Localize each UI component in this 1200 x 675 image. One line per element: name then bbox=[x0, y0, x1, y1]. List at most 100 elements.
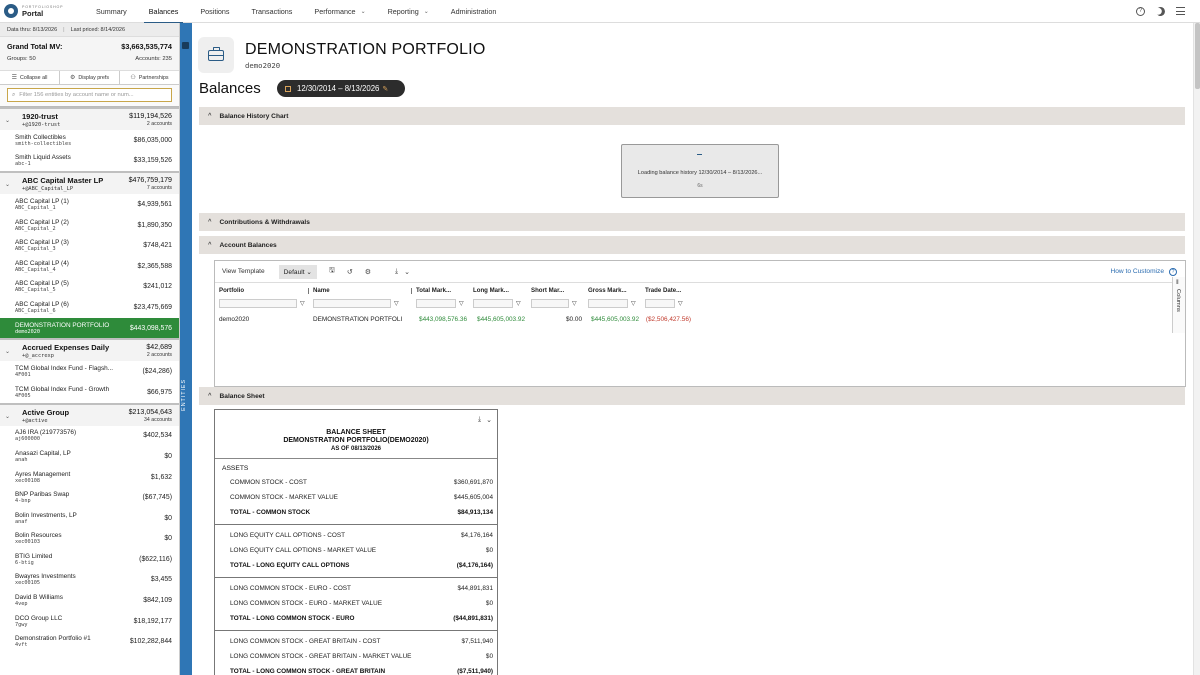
list-item[interactable]: ABC Capital LP (1) ABC_Capital_1 $4,939,56… bbox=[0, 194, 179, 215]
table-row[interactable]: demo2020 DEMONSTRATION PORTFOLI $443,098… bbox=[215, 311, 1185, 327]
date-range-button[interactable]: 12/30/2014 – 8/13/2026 ✎ bbox=[277, 80, 405, 97]
entity-group-header[interactable]: ⌄ Active Group +@active $213,054,643 34 acco… bbox=[0, 402, 179, 426]
chevron-down-icon[interactable]: ⌄ bbox=[5, 413, 10, 420]
reset-icon[interactable]: ↺ bbox=[347, 268, 353, 276]
column-header-total-market[interactable]: Total Mark... bbox=[416, 287, 473, 294]
list-item[interactable]: AJ6 IRA (219773576) aj600000 $402,534 bbox=[0, 426, 179, 447]
save-icon[interactable]: 🖫 bbox=[329, 266, 335, 277]
chevron-down-icon[interactable]: ⌄ bbox=[486, 416, 492, 424]
chevron-down-icon[interactable]: ⌄ bbox=[5, 117, 10, 124]
chevron-down-icon[interactable]: ⌄ bbox=[5, 348, 10, 355]
columns-side-panel-toggle[interactable]: ⫴ Columns bbox=[1172, 277, 1185, 333]
account-name: ABC Capital LP (4) bbox=[15, 259, 69, 267]
list-item[interactable]: David B Williams 4vep $842,109 bbox=[0, 590, 179, 611]
download-icon[interactable]: ⤓ bbox=[478, 416, 481, 424]
list-item[interactable]: ABC Capital LP (3) ABC_Capital_3 $748,421 bbox=[0, 235, 179, 256]
list-item[interactable]: ABC Capital LP (2) ABC_Capital_2 $1,890,35… bbox=[0, 215, 179, 236]
nav-tab-administration[interactable]: Administration bbox=[440, 0, 508, 23]
list-item[interactable]: TCM Global Index Fund - Flagsh... 4F001 ($… bbox=[0, 361, 179, 382]
column-header-portfolio[interactable]: Portfolio bbox=[219, 287, 313, 294]
template-dropdown[interactable]: Default ⌄ bbox=[278, 264, 317, 279]
section-balance-history[interactable]: ^ Balance History Chart bbox=[199, 107, 1185, 125]
list-item[interactable]: Bwayres Investments xec00105 $3,455 bbox=[0, 570, 179, 591]
filter-input-trade[interactable] bbox=[645, 298, 675, 308]
partnerships-button[interactable]: ⚇ Partnerships bbox=[120, 71, 179, 84]
account-value: $4,939,561 bbox=[137, 200, 173, 208]
row-label: COMMON STOCK - COST bbox=[230, 479, 307, 486]
section-contributions[interactable]: ^ Contributions & Withdrawals bbox=[199, 213, 1185, 231]
filter-icon[interactable]: ▽ bbox=[572, 300, 577, 307]
list-item[interactable]: ABC Capital LP (5) ABC_Capital_5 $241,012 bbox=[0, 277, 179, 298]
row-value: ($44,891,831) bbox=[453, 615, 493, 622]
column-header-name[interactable]: Name bbox=[313, 287, 416, 294]
entity-group-header[interactable]: ⌄ ABC Capital Master LP +@ABC_Capital_LP $4… bbox=[0, 171, 179, 195]
filter-icon[interactable]: ▽ bbox=[459, 300, 464, 307]
column-header-long-market[interactable]: Long Mark... bbox=[473, 287, 531, 294]
moon-icon[interactable] bbox=[1155, 5, 1167, 17]
entity-group-header[interactable]: ⌄ 1920-trust +@1920-trust $119,194,526 2 acc… bbox=[0, 107, 179, 130]
chevron-down-icon[interactable]: ⌄ bbox=[404, 268, 410, 276]
row-value: $44,891,831 bbox=[457, 585, 493, 592]
nav-tab-reporting[interactable]: Reporting ⌄ bbox=[377, 0, 440, 23]
nav-tab-balances[interactable]: Balances bbox=[138, 0, 190, 24]
filter-input-portfolio[interactable] bbox=[219, 298, 297, 308]
entity-filter-input[interactable]: ⌕ Filter 156 entities by account name or… bbox=[7, 88, 172, 102]
portfolio-title: DEMONSTRATION PORTFOLIO bbox=[245, 41, 486, 58]
nav-tab-positions[interactable]: Positions bbox=[189, 0, 240, 23]
nav-tab-transactions[interactable]: Transactions bbox=[241, 0, 304, 23]
entities-panel-toggle-strip[interactable]: Entities bbox=[180, 23, 192, 675]
list-item[interactable]: BTIG Limited 6-btig ($622,116) bbox=[0, 549, 179, 570]
settings-icon[interactable]: ⚙ bbox=[365, 268, 371, 276]
section-balance-sheet[interactable]: ^ Balance Sheet bbox=[199, 387, 1185, 405]
list-item[interactable]: TCM Global Index Fund - Growth 4F005 $66,9… bbox=[0, 382, 179, 403]
collapse-sidebar-icon[interactable] bbox=[182, 42, 189, 49]
account-name: Demonstration Portfolio #1 bbox=[15, 635, 91, 643]
list-item[interactable]: Anasazi Capital, LP anah $0 bbox=[0, 446, 179, 467]
filter-input-name[interactable] bbox=[313, 298, 391, 308]
filter-icon[interactable]: ▽ bbox=[678, 300, 683, 307]
account-code: anah bbox=[15, 456, 28, 463]
filter-input-short[interactable] bbox=[531, 298, 569, 308]
chevron-down-icon[interactable]: ⌄ bbox=[5, 181, 10, 188]
nav-tab-summary[interactable]: Summary bbox=[85, 0, 138, 23]
list-item[interactable]: BNP Paribas Swap 4-bnp ($67,745) bbox=[0, 487, 179, 508]
list-item[interactable]: Demonstration Portfolio #1 4vft $102,282,8… bbox=[0, 631, 179, 652]
scrollbar-thumb[interactable] bbox=[1195, 23, 1200, 89]
list-item[interactable]: Bolin Investments, LP anaf $0 bbox=[0, 508, 179, 529]
list-item[interactable]: ABC Capital LP (6) ABC_Capital_6 $23,475,6… bbox=[0, 297, 179, 318]
section-account-balances[interactable]: ^ Account Balances bbox=[199, 236, 1185, 254]
main-scrollbar[interactable] bbox=[1193, 23, 1200, 675]
filter-input-long[interactable] bbox=[473, 298, 513, 308]
entity-list: ⌄ 1920-trust +@1920-trust $119,194,526 2 acc… bbox=[0, 107, 179, 652]
list-item[interactable]: DEMONSTRATION PORTFOLIO demo2020 $443,098,… bbox=[0, 317, 179, 339]
collapse-all-button[interactable]: ☰ Collapse all bbox=[0, 71, 60, 84]
account-value: $18,192,177 bbox=[133, 617, 172, 625]
filter-input-total[interactable] bbox=[416, 298, 456, 308]
column-header-trade-date[interactable]: Trade Date... bbox=[645, 287, 705, 294]
entity-group-header[interactable]: ⌄ Accrued Expenses Daily +@_accrexp $42,689… bbox=[0, 338, 179, 362]
app-logo[interactable]: PORTFOLIOSHOP Portal bbox=[0, 4, 80, 18]
help-icon[interactable]: ? bbox=[1136, 6, 1145, 16]
download-icon[interactable]: ⤓ bbox=[395, 268, 398, 276]
list-item[interactable]: Bolin Resources xec00103 $0 bbox=[0, 529, 179, 550]
account-name: Anasazi Capital, LP bbox=[15, 449, 71, 457]
list-item[interactable]: ABC Capital LP (4) ABC_Capital_4 $2,365,58… bbox=[0, 256, 179, 277]
column-header-gross-market[interactable]: Gross Mark... bbox=[588, 287, 645, 294]
filter-icon[interactable]: ▽ bbox=[300, 300, 305, 307]
list-item[interactable]: Ayres Management xec00108 $1,632 bbox=[0, 467, 179, 488]
account-name: AJ6 IRA (219773576) bbox=[15, 429, 77, 437]
filter-icon[interactable]: ▽ bbox=[516, 300, 521, 307]
accounts-count: Accounts: 235 bbox=[135, 56, 172, 62]
account-value: $241,012 bbox=[143, 283, 172, 291]
filter-icon[interactable]: ▽ bbox=[394, 300, 399, 307]
menu-icon[interactable] bbox=[1176, 7, 1185, 15]
list-item[interactable]: Smith Liquid Assets abc-1 $33,159,526 bbox=[0, 151, 179, 172]
display-prefs-button[interactable]: ⚙ Display prefs bbox=[60, 71, 120, 84]
filter-icon[interactable]: ▽ bbox=[631, 300, 636, 307]
list-item[interactable]: Smith Collectibles smith-collectibles $86,… bbox=[0, 130, 179, 151]
list-item[interactable]: DCO Group LLC 7gwy $18,192,177 bbox=[0, 611, 179, 632]
filter-input-gross[interactable] bbox=[588, 298, 628, 308]
how-to-customize-link[interactable]: How to Customize? bbox=[1110, 267, 1185, 276]
nav-tab-performance[interactable]: Performance ⌄ bbox=[303, 0, 376, 23]
column-header-short-market[interactable]: Short Mar... bbox=[531, 287, 588, 294]
